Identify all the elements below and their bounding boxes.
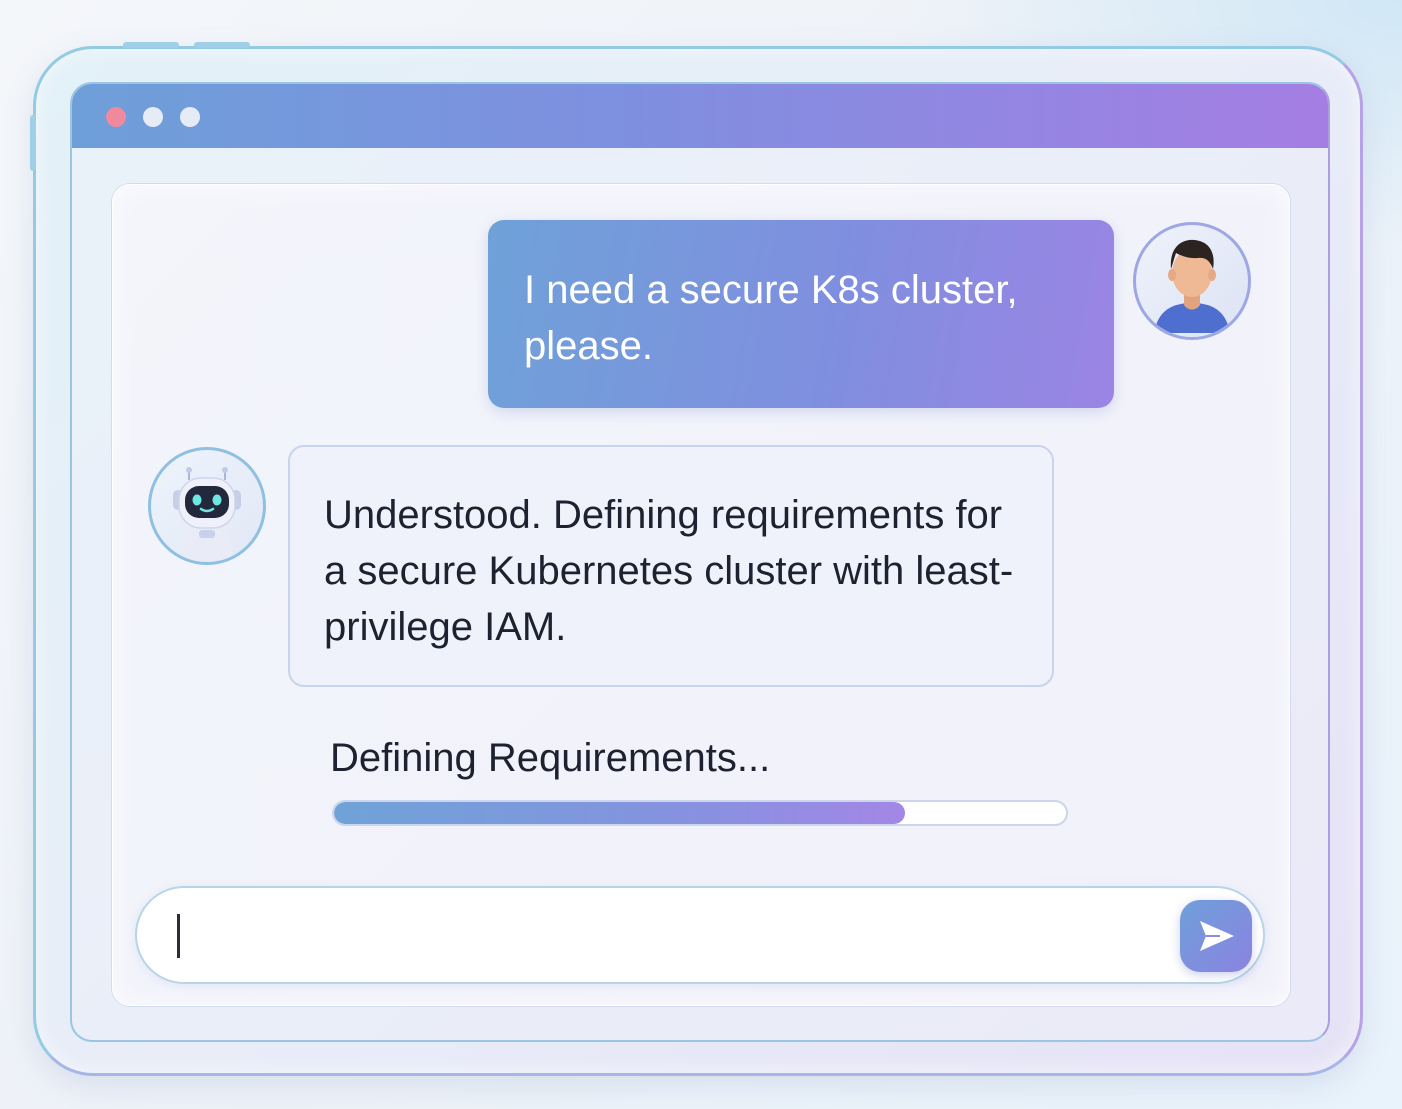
- bot-message-bubble: Understood. Defining requirements for a …: [288, 445, 1054, 687]
- user-message-bubble: I need a secure K8s cluster, please.: [488, 220, 1114, 408]
- bot-message-text: Understood. Defining requirements for a …: [324, 493, 1014, 649]
- close-window-button[interactable]: [106, 107, 126, 127]
- message-composer: [135, 886, 1265, 984]
- send-button[interactable]: [1180, 900, 1252, 972]
- message-input[interactable]: [177, 908, 1161, 964]
- progress-bar: [332, 800, 1068, 826]
- bot-avatar: [148, 447, 266, 565]
- maximize-window-button[interactable]: [180, 107, 200, 127]
- text-caret: [177, 914, 180, 958]
- window-titlebar: [72, 84, 1328, 148]
- minimize-window-button[interactable]: [143, 107, 163, 127]
- device-top-button-1: [123, 42, 179, 48]
- robot-icon: [173, 467, 241, 560]
- device-top-button-2: [194, 42, 250, 48]
- send-icon: [1200, 921, 1234, 951]
- user-avatar-icon: [1154, 239, 1230, 333]
- progress-label: Defining Requirements...: [330, 736, 771, 780]
- user-message-text: I need a secure K8s cluster, please.: [524, 268, 1018, 368]
- device-side-button: [30, 115, 36, 171]
- progress-bar-fill: [334, 802, 905, 824]
- user-avatar: [1133, 222, 1251, 340]
